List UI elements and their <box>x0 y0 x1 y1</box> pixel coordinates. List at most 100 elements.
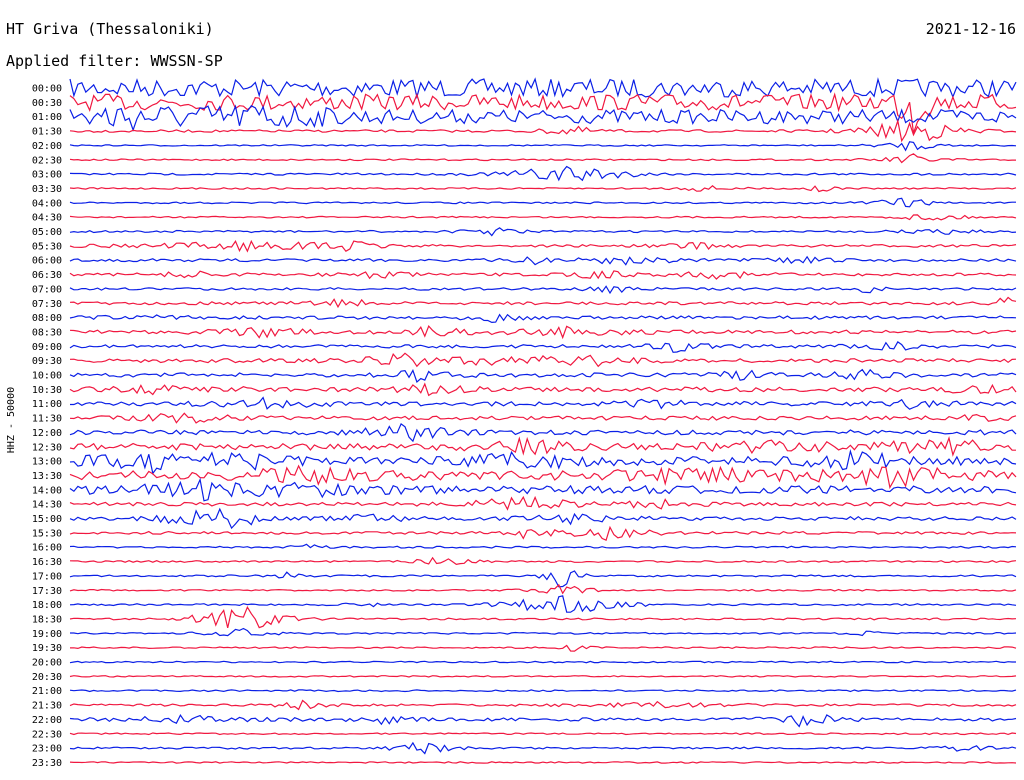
time-tick-label: 04:30 <box>32 213 62 224</box>
time-tick-label: 10:00 <box>32 371 62 382</box>
seismic-trace <box>69 382 1017 397</box>
time-tick-label: 11:00 <box>32 399 62 410</box>
time-tick-label: 06:30 <box>32 270 62 281</box>
seismic-trace <box>69 227 1017 237</box>
seismic-trace <box>69 675 1017 678</box>
time-tick-label: 19:00 <box>32 629 62 640</box>
seismic-trace <box>69 495 1017 511</box>
time-tick-label: 17:30 <box>32 586 62 597</box>
seismic-trace <box>69 214 1017 221</box>
time-tick-label: 08:00 <box>32 313 62 324</box>
seismic-trace <box>69 352 1017 368</box>
seismic-trace <box>69 732 1017 736</box>
time-tick-label: 09:00 <box>32 342 62 353</box>
time-tick-label: 13:30 <box>32 471 62 482</box>
time-tick-label: 00:00 <box>32 84 62 95</box>
seismic-trace <box>69 141 1017 152</box>
time-tick-label: 03:00 <box>32 170 62 181</box>
trace-group <box>69 77 1017 764</box>
time-tick-label: 22:00 <box>32 715 62 726</box>
time-tick-label: 10:30 <box>32 385 62 396</box>
time-tick-label: 15:30 <box>32 528 62 539</box>
seismic-trace <box>69 118 1017 143</box>
seismic-trace <box>69 153 1016 164</box>
time-tick-label: 07:30 <box>32 299 62 310</box>
seismic-trace <box>69 543 1017 549</box>
seismic-trace <box>69 165 1017 182</box>
time-tick-label: 08:30 <box>32 327 62 338</box>
time-tick-label: 00:30 <box>32 98 62 109</box>
time-tick-label: 14:30 <box>32 500 62 511</box>
seismic-trace <box>69 368 1017 384</box>
seismic-trace <box>69 285 1017 295</box>
seismic-trace <box>69 197 1016 208</box>
seismic-trace <box>69 595 1017 613</box>
seismic-trace <box>69 525 1017 542</box>
seismic-trace <box>69 185 1017 193</box>
time-tick-label: 02:30 <box>32 155 62 166</box>
seismic-trace <box>69 699 1017 711</box>
seismic-trace <box>69 313 1017 324</box>
seismic-trace <box>69 422 1017 443</box>
seismic-trace <box>69 714 1017 728</box>
time-tick-label: 17:00 <box>32 571 62 582</box>
seismic-trace <box>70 627 1017 637</box>
time-tick-label: 05:00 <box>32 227 62 238</box>
seismic-trace <box>69 239 1017 253</box>
seismic-trace <box>69 556 1017 566</box>
seismic-trace <box>69 570 1017 588</box>
time-tick-label: 01:30 <box>32 127 62 138</box>
time-tick-label: 05:30 <box>32 241 62 252</box>
time-tick-label: 11:30 <box>32 414 62 425</box>
station-title: HT Griva (Thessaloniki) <box>6 20 214 38</box>
seismic-trace <box>69 92 1017 134</box>
seismic-trace <box>69 605 1017 629</box>
time-tick-label: 21:00 <box>32 686 62 697</box>
time-tick-label: 12:30 <box>32 442 62 453</box>
time-tick-label: 03:30 <box>32 184 62 195</box>
time-tick-label: 20:00 <box>32 658 62 669</box>
seismic-trace <box>69 761 1017 764</box>
seismic-trace <box>69 104 1017 132</box>
time-tick-label: 01:00 <box>32 112 62 123</box>
time-tick-label: 14:00 <box>32 485 62 496</box>
time-tick-label: 16:30 <box>32 557 62 568</box>
tick-label-group: 00:00 00:30 01:00 01:30 02:00 02:30 03:00 03:30… <box>32 84 62 769</box>
time-tick-label: 20:30 <box>32 672 62 683</box>
time-tick-label: 23:00 <box>32 744 62 755</box>
time-tick-label: 23:30 <box>32 758 62 769</box>
time-tick-label: 12:00 <box>32 428 62 439</box>
date-label: 2021-12-16 <box>926 20 1016 38</box>
seismic-trace <box>69 644 1017 652</box>
time-tick-label: 09:30 <box>32 356 62 367</box>
seismic-trace <box>69 448 1017 475</box>
time-tick-label: 02:00 <box>32 141 62 152</box>
seismic-trace <box>69 741 1017 755</box>
time-tick-label: 19:30 <box>32 643 62 654</box>
seismic-trace <box>69 583 1017 595</box>
time-tick-label: 13:00 <box>32 457 62 468</box>
seismic-trace <box>69 689 1017 693</box>
seismic-trace <box>69 660 1016 664</box>
seismic-trace <box>70 396 1017 410</box>
channel-label: HHZ - 50000 <box>6 387 17 453</box>
time-tick-label: 18:30 <box>32 614 62 625</box>
seismic-trace <box>69 341 1017 353</box>
seismic-trace <box>69 507 1017 530</box>
seismic-trace <box>69 296 1017 309</box>
time-tick-label: 18:00 <box>32 600 62 611</box>
time-tick-label: 07:00 <box>32 284 62 295</box>
time-tick-label: 16:00 <box>32 543 62 554</box>
time-tick-label: 15:00 <box>32 514 62 525</box>
filter-label: Applied filter: WWSSN-SP <box>6 52 223 70</box>
time-tick-label: 22:30 <box>32 729 62 740</box>
helicorder-chart: HT Griva (Thessaloniki) Applied filter: … <box>6 20 1017 769</box>
time-tick-label: 21:30 <box>32 701 62 712</box>
time-tick-label: 06:00 <box>32 256 62 267</box>
seismic-trace <box>69 412 1017 424</box>
seismic-trace <box>69 270 1017 280</box>
seismic-trace <box>69 477 1017 502</box>
seismic-trace <box>69 255 1017 266</box>
time-tick-label: 04:00 <box>32 198 62 209</box>
seismic-trace <box>69 324 1017 340</box>
